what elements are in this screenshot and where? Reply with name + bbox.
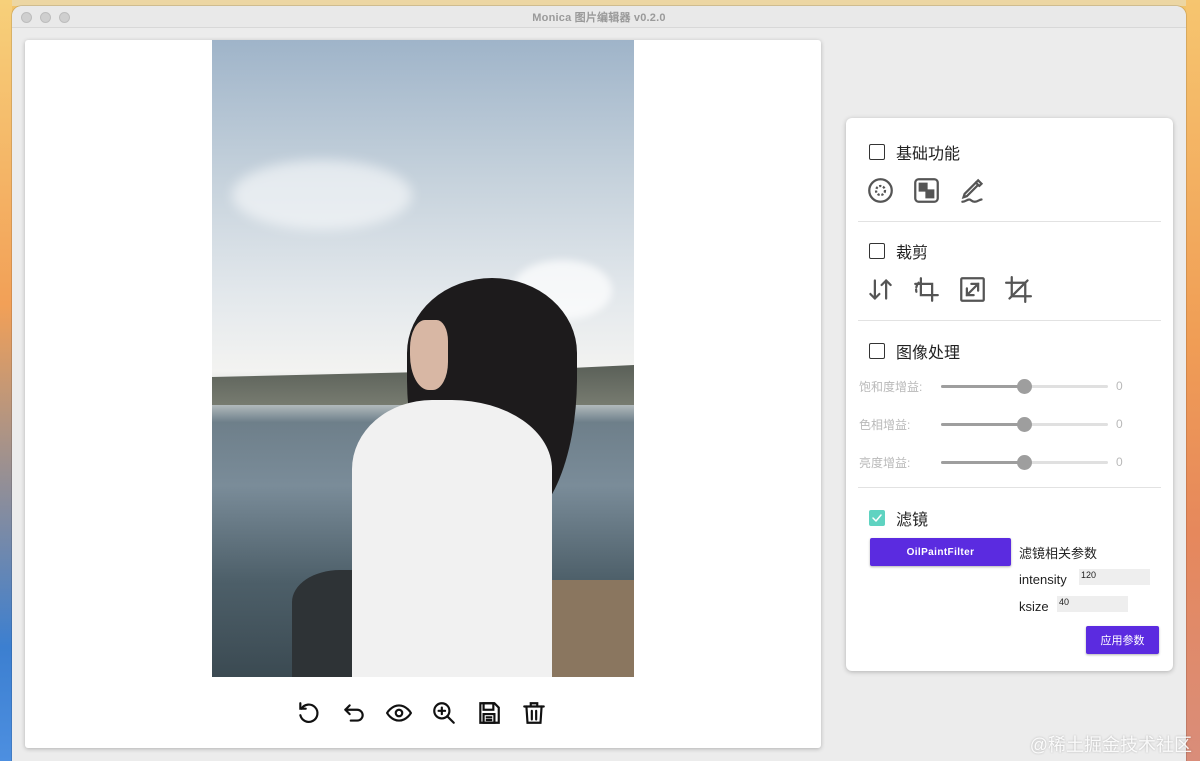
basic-tools <box>867 177 986 204</box>
checkmark-icon <box>872 514 882 522</box>
saturation-slider[interactable] <box>941 378 1108 394</box>
crop-checkbox[interactable] <box>869 243 885 259</box>
save-button[interactable] <box>475 700 502 727</box>
rotate-icon <box>298 702 318 723</box>
preview-button[interactable] <box>385 700 412 727</box>
draw-button[interactable] <box>959 177 986 204</box>
divider <box>858 320 1161 321</box>
window-controls <box>21 12 70 23</box>
filter-checkbox[interactable] <box>869 510 885 526</box>
filter-title: 滤镜 <box>896 512 929 529</box>
resize-button[interactable] <box>959 276 986 303</box>
resize-icon <box>960 277 985 302</box>
zoom-button[interactable] <box>430 700 457 727</box>
undo-icon <box>343 704 364 722</box>
brightness-label: 亮度增益: <box>859 455 911 470</box>
minimize-window-button[interactable] <box>40 12 51 23</box>
basic-title: 基础功能 <box>896 146 961 163</box>
saturation-slider-row: 饱和度增益: 0 <box>859 377 1159 395</box>
image-processing-checkbox[interactable] <box>869 343 885 359</box>
edited-photo[interactable] <box>212 40 634 677</box>
desktop-edge-left <box>0 0 12 761</box>
watermark: @稀土掘金技术社区 <box>1029 735 1192 755</box>
brightness-value: 0 <box>1116 455 1123 469</box>
rotate-button[interactable] <box>295 700 322 727</box>
brightness-slider-row: 亮度增益: 0 <box>859 453 1159 471</box>
intensity-input[interactable]: 120 <box>1079 569 1150 585</box>
brightness-slider-thumb[interactable] <box>1017 454 1032 470</box>
crop-tools <box>867 276 1032 303</box>
flip-icon <box>869 279 892 300</box>
desktop-edge-right <box>1186 0 1200 761</box>
ksize-label: ksize <box>1019 599 1049 614</box>
eye-icon <box>385 704 412 722</box>
saturation-slider-thumb[interactable] <box>1017 378 1032 394</box>
zoom-window-button[interactable] <box>59 12 70 23</box>
hue-value: 0 <box>1116 417 1123 431</box>
tool-panel: 基础功能 裁剪 图像处理 饱和度增益: 0 色相增益: 0 亮度增益: 0 滤镜… <box>846 118 1173 671</box>
image-canvas <box>25 40 821 748</box>
intensity-label: intensity <box>1019 572 1067 587</box>
brightness-slider[interactable] <box>941 454 1108 470</box>
filter-select-button[interactable]: OilPaintFilter <box>870 538 1011 566</box>
divider <box>858 221 1161 222</box>
window-title: Monica 图片编辑器 v0.2.0 <box>532 11 666 24</box>
trash-icon <box>522 702 545 724</box>
hue-slider-row: 色相增益: 0 <box>859 415 1159 433</box>
close-window-button[interactable] <box>21 12 32 23</box>
basic-checkbox[interactable] <box>869 144 885 160</box>
crop-section-header[interactable]: 裁剪 <box>869 239 928 263</box>
color-picker-icon <box>868 178 893 203</box>
apply-params-button[interactable]: 应用参数 <box>1086 626 1159 654</box>
zoom-in-icon <box>432 702 455 724</box>
delete-button[interactable] <box>520 700 547 727</box>
draw-icon <box>961 178 984 203</box>
image-processing-section-header[interactable]: 图像处理 <box>869 339 960 363</box>
crop-title: 裁剪 <box>896 245 929 262</box>
save-icon <box>478 702 500 724</box>
saturation-label: 饱和度增益: <box>859 379 923 394</box>
rotate-crop-icon <box>914 277 939 302</box>
mosaic-button[interactable] <box>913 177 940 204</box>
ksize-input[interactable]: 40 <box>1057 596 1128 612</box>
crop-icon <box>1005 276 1032 303</box>
canvas-toolbar <box>295 698 547 728</box>
undo-button[interactable] <box>340 700 367 727</box>
basic-section-header[interactable]: 基础功能 <box>869 140 960 164</box>
crop-button[interactable] <box>1005 276 1032 303</box>
divider <box>858 487 1161 488</box>
saturation-value: 0 <box>1116 379 1123 393</box>
color-picker-button[interactable] <box>867 177 894 204</box>
hue-label: 色相增益: <box>859 417 911 432</box>
title-bar: Monica 图片编辑器 v0.2.0 <box>12 6 1186 28</box>
filter-section-header[interactable]: 滤镜 <box>869 506 928 530</box>
hue-slider[interactable] <box>941 416 1108 432</box>
app-window: Monica 图片编辑器 v0.2.0 基础功能 裁剪 图像处理 饱和度增益: … <box>12 6 1186 761</box>
rotate-crop-button[interactable] <box>913 276 940 303</box>
flip-button[interactable] <box>867 276 894 303</box>
filter-params-title: 滤镜相关参数 <box>1019 546 1098 561</box>
image-processing-title: 图像处理 <box>896 345 961 362</box>
mosaic-icon <box>914 178 939 203</box>
hue-slider-thumb[interactable] <box>1017 416 1032 432</box>
